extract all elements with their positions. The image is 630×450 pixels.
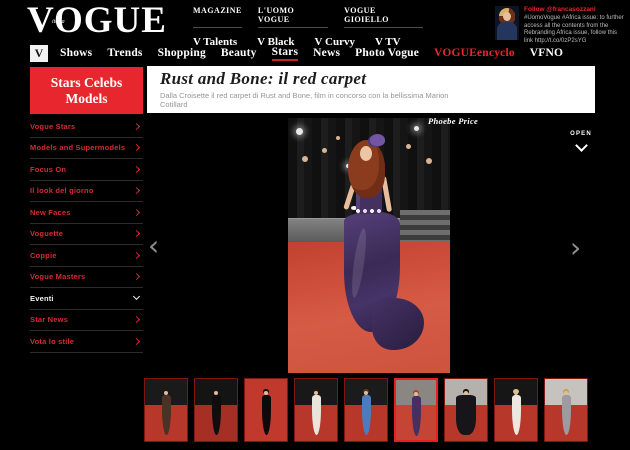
menu-item-luomo-vogue[interactable]: L'UOMO VOGUE [258, 6, 328, 28]
sidebar-item-eventi[interactable]: Eventi [30, 288, 143, 310]
sidebar-item-vogue-stars[interactable]: Vogue Stars [30, 116, 143, 138]
top-header: VOGUE italia MAGAZINE L'UOMO VOGUE VOGUE… [0, 0, 630, 44]
chevron-right-icon [133, 187, 140, 194]
gallery-thumbnail[interactable] [494, 378, 538, 442]
chevron-right-icon [133, 144, 140, 151]
nav-item-trends[interactable]: Trends [107, 47, 142, 60]
chevron-right-icon [133, 273, 140, 280]
sidebar-item-voguette[interactable]: Voguette [30, 224, 143, 246]
nav-item-vogueencyclo[interactable]: VOGUEencyclo [434, 47, 515, 60]
phoebe-price-figure [288, 118, 450, 373]
figure-face [360, 146, 372, 161]
chevron-right-icon [133, 166, 140, 173]
gallery-thumbnail[interactable] [244, 378, 288, 442]
sidebar-item-vogue-masters[interactable]: Vogue Masters [30, 267, 143, 289]
sidebar-item-il-look-del-giorno[interactable]: Il look del giorno [30, 181, 143, 203]
figure-train [372, 298, 424, 350]
menu-item-magazine[interactable]: MAGAZINE [193, 6, 242, 28]
gallery-thumbnail[interactable] [344, 378, 388, 442]
nav-item-vfno[interactable]: VFNO [530, 47, 563, 60]
nav-item-shows[interactable]: Shows [60, 47, 92, 60]
nav-item-beauty[interactable]: Beauty [221, 47, 257, 60]
sidebar-item-coppie[interactable]: Coppie [30, 245, 143, 267]
gallery-next-arrow[interactable]: › [570, 238, 581, 258]
nav-item-shopping[interactable]: Shopping [158, 47, 206, 60]
sidebar-item-new-faces[interactable]: New Faces [30, 202, 143, 224]
figure-fascinator [370, 134, 385, 146]
twitter-follow-link[interactable]: Follow @francasozzani [524, 6, 624, 13]
gallery-prev-arrow[interactable]: ‹ [148, 236, 159, 256]
gallery-thumbnail[interactable] [194, 378, 238, 442]
gallery-thumbnail[interactable] [294, 378, 338, 442]
article-header: Rust and Bone: il red carpet Dalla Crois… [147, 66, 595, 113]
page-title: Rust and Bone: il red carpet [147, 66, 595, 89]
gallery-thumbnail[interactable] [544, 378, 588, 442]
gallery-thumbnail[interactable] [144, 378, 188, 442]
nav-item-photo-vogue[interactable]: Photo Vogue [355, 47, 419, 60]
gallery-thumbnail[interactable] [444, 378, 488, 442]
sidebar-item-models-and-supermodels[interactable]: Models and Supermodels [30, 138, 143, 160]
sidebar-item-star-news[interactable]: Star News [30, 310, 143, 332]
gallery-thumbnail-selected[interactable] [394, 378, 438, 442]
sidebar-category-header[interactable]: Stars Celebs Models [30, 67, 143, 114]
header-menus: MAGAZINE L'UOMO VOGUE VOGUE GIOIELLO V T… [193, 6, 423, 48]
avatar-face [503, 12, 511, 21]
twitter-tweet-text[interactable]: #UomoVogue #Africa issue: to further acc… [524, 15, 624, 45]
vogue-logo-italia: italia [52, 19, 65, 25]
nav-v-home[interactable]: V [30, 45, 48, 62]
main-photo[interactable] [288, 118, 450, 373]
sidebar-item-focus-on[interactable]: Focus On [30, 159, 143, 181]
nav-item-stars[interactable]: Stars [272, 46, 299, 61]
chevron-right-icon [133, 338, 140, 345]
open-button[interactable]: OPEN [564, 131, 598, 155]
photo-caption: Phoebe Price [428, 116, 478, 126]
chevron-right-icon [133, 230, 140, 237]
avatar-body [497, 22, 517, 40]
sidebar-item-vota-lo-stile[interactable]: Vota lo stile [30, 331, 143, 353]
main-nav: V Shows Trends Shopping Beauty Stars New… [30, 45, 595, 62]
vogue-stars-page: VOGUE italia MAGAZINE L'UOMO VOGUE VOGUE… [0, 0, 630, 450]
header-menu-row-top: MAGAZINE L'UOMO VOGUE VOGUE GIOIELLO [193, 6, 423, 28]
chevron-right-icon [133, 123, 140, 130]
menu-item-vogue-gioiello[interactable]: VOGUE GIOIELLO [344, 6, 423, 28]
twitter-widget: Follow @francasozzani #UomoVogue #Africa… [495, 6, 625, 45]
vogue-logo[interactable]: VOGUE [27, 0, 167, 42]
chevron-down-icon [575, 139, 588, 152]
chevron-right-icon [133, 209, 140, 216]
chevron-right-icon [133, 316, 140, 323]
twitter-avatar[interactable] [495, 6, 519, 40]
thumbnail-strip [144, 378, 588, 442]
chevron-down-icon [133, 293, 140, 300]
article-subtitle: Dalla Croisette il red carpet di Rust an… [147, 89, 477, 109]
chevron-right-icon [133, 252, 140, 259]
nav-item-news[interactable]: News [313, 47, 340, 60]
sidebar-menu: Vogue Stars Models and Supermodels Focus… [30, 116, 143, 353]
